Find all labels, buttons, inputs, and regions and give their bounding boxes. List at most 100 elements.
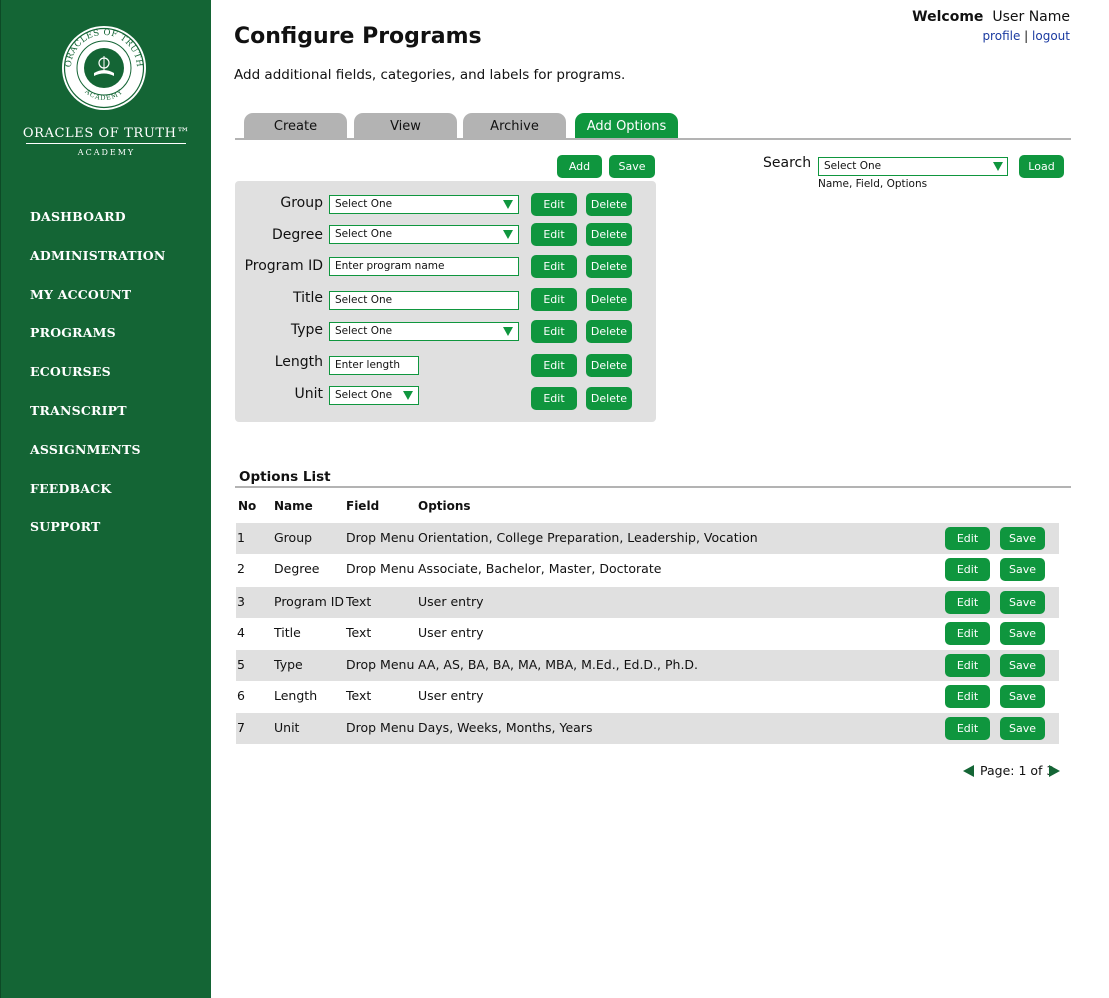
nav-item-my-account[interactable]: MY ACCOUNT <box>30 287 166 326</box>
row-name: Title <box>274 625 301 640</box>
nav-item-administration[interactable]: ADMINISTRATION <box>30 248 166 287</box>
row-no: 3 <box>237 594 245 609</box>
load-button[interactable]: Load <box>1019 155 1064 178</box>
sidebar: ORACLES OF TRUTH ACADEMY ORACLES OF TRUT… <box>0 0 211 998</box>
length-delete-button[interactable]: Delete <box>586 354 632 377</box>
column-header-options: Options <box>418 499 471 513</box>
row-name: Unit <box>274 720 300 735</box>
degree-edit-button[interactable]: Edit <box>531 223 577 246</box>
row-save-button[interactable]: Save <box>1000 591 1045 614</box>
row-options: User entry <box>418 625 484 640</box>
length-input[interactable]: Enter length <box>329 356 419 375</box>
tab-archive[interactable]: Archive <box>463 113 566 139</box>
tab-add-options[interactable]: Add Options <box>575 113 678 139</box>
row-field: Text <box>346 625 372 640</box>
row-edit-button[interactable]: Edit <box>945 622 990 645</box>
row-save-button[interactable]: Save <box>1000 622 1045 645</box>
search-select[interactable]: Select One <box>818 157 1008 176</box>
nav-item-programs[interactable]: PROGRAMS <box>30 325 166 364</box>
row-no: 4 <box>237 625 245 640</box>
row-options: Days, Weeks, Months, Years <box>418 720 593 735</box>
row-edit-button[interactable]: Edit <box>945 717 990 740</box>
column-header-name: Name <box>274 499 313 513</box>
degree-select[interactable]: Select One <box>329 225 519 244</box>
page-title: Configure Programs <box>234 24 482 49</box>
nav-item-dashboard[interactable]: DASHBOARD <box>30 209 166 248</box>
group-select[interactable]: Select One <box>329 195 519 214</box>
options-list-divider <box>235 486 1071 488</box>
row-save-button[interactable]: Save <box>1000 717 1045 740</box>
academy-seal-logo: ORACLES OF TRUTH ACADEMY <box>62 26 146 110</box>
row-edit-button[interactable]: Edit <box>945 654 990 677</box>
row-save-button[interactable]: Save <box>1000 527 1045 550</box>
unit-select[interactable]: Select One <box>329 386 419 405</box>
row-field: Text <box>346 688 372 703</box>
brand-divider <box>26 143 186 144</box>
group-edit-button[interactable]: Edit <box>531 193 577 216</box>
type-edit-button[interactable]: Edit <box>531 320 577 343</box>
unit-delete-button[interactable]: Delete <box>586 387 632 410</box>
tabs-divider <box>235 138 1071 140</box>
row-no: 5 <box>237 657 245 672</box>
degree-delete-button[interactable]: Delete <box>586 223 632 246</box>
row-field: Drop Menu <box>346 657 415 672</box>
logout-link[interactable]: logout <box>1032 29 1070 43</box>
next-page-icon[interactable] <box>1049 765 1060 777</box>
row-options: Orientation, College Preparation, Leader… <box>418 530 758 545</box>
program-id-delete-button[interactable]: Delete <box>586 255 632 278</box>
options-list-title: Options List <box>239 469 331 485</box>
row-name: Program ID <box>274 594 345 609</box>
title-edit-button[interactable]: Edit <box>531 288 577 311</box>
tab-view[interactable]: View <box>354 113 457 139</box>
length-edit-button[interactable]: Edit <box>531 354 577 377</box>
unit-edit-button[interactable]: Edit <box>531 387 577 410</box>
add-button[interactable]: Add <box>557 155 602 178</box>
degree-label: Degree <box>272 227 323 243</box>
program-id-edit-button[interactable]: Edit <box>531 255 577 278</box>
type-label: Type <box>290 322 323 338</box>
group-delete-button[interactable]: Delete <box>586 193 632 216</box>
tab-create[interactable]: Create <box>244 113 347 139</box>
title-delete-button[interactable]: Delete <box>586 288 632 311</box>
type-delete-button[interactable]: Delete <box>586 320 632 343</box>
row-save-button[interactable]: Save <box>1000 558 1045 581</box>
table-row: 7 Unit Drop Menu Days, Weeks, Months, Ye… <box>236 713 1059 744</box>
row-save-button[interactable]: Save <box>1000 654 1045 677</box>
chevron-down-icon <box>993 162 1003 171</box>
group-label: Group <box>280 195 323 211</box>
nav-item-assignments[interactable]: ASSIGNMENTS <box>30 442 166 481</box>
profile-link[interactable]: profile <box>982 29 1020 43</box>
row-edit-button[interactable]: Edit <box>945 558 990 581</box>
row-edit-button[interactable]: Edit <box>945 591 990 614</box>
row-no: 1 <box>237 530 245 545</box>
table-row: 6 Length Text User entry Edit Save <box>236 681 1059 712</box>
row-no: 7 <box>237 720 245 735</box>
search-label: Search <box>763 155 812 171</box>
row-edit-button[interactable]: Edit <box>945 685 990 708</box>
table-row: 4 Title Text User entry Edit Save <box>236 618 1059 649</box>
table-row: 5 Type Drop Menu AA, AS, BA, BA, MA, MBA… <box>236 650 1059 681</box>
chevron-down-icon <box>503 200 513 209</box>
unit-select-value: Select One <box>335 389 393 401</box>
row-save-button[interactable]: Save <box>1000 685 1045 708</box>
nav-item-transcript[interactable]: TRANSCRIPT <box>30 403 166 442</box>
row-field: Drop Menu <box>346 561 415 576</box>
nav-item-support[interactable]: SUPPORT <box>30 519 166 558</box>
brand-name: ORACLES OF TRUTH™ <box>22 126 191 141</box>
nav-item-ecourses[interactable]: ECOURSES <box>30 364 166 403</box>
main-nav: DASHBOARD ADMINISTRATION MY ACCOUNT PROG… <box>30 209 166 558</box>
title-input[interactable]: Select One <box>329 291 519 310</box>
nav-item-feedback[interactable]: FEEDBACK <box>30 481 166 520</box>
type-select[interactable]: Select One <box>329 322 519 341</box>
chevron-down-icon <box>403 391 413 400</box>
unit-label: Unit <box>294 386 324 402</box>
program-id-input[interactable]: Enter program name <box>329 257 519 276</box>
row-edit-button[interactable]: Edit <box>945 527 990 550</box>
row-field: Drop Menu <box>346 720 415 735</box>
link-separator: | <box>1024 29 1029 43</box>
degree-select-value: Select One <box>335 228 393 240</box>
column-header-no: No <box>238 499 257 513</box>
save-button[interactable]: Save <box>609 155 655 178</box>
previous-page-icon[interactable] <box>963 765 974 777</box>
type-select-value: Select One <box>335 325 393 337</box>
